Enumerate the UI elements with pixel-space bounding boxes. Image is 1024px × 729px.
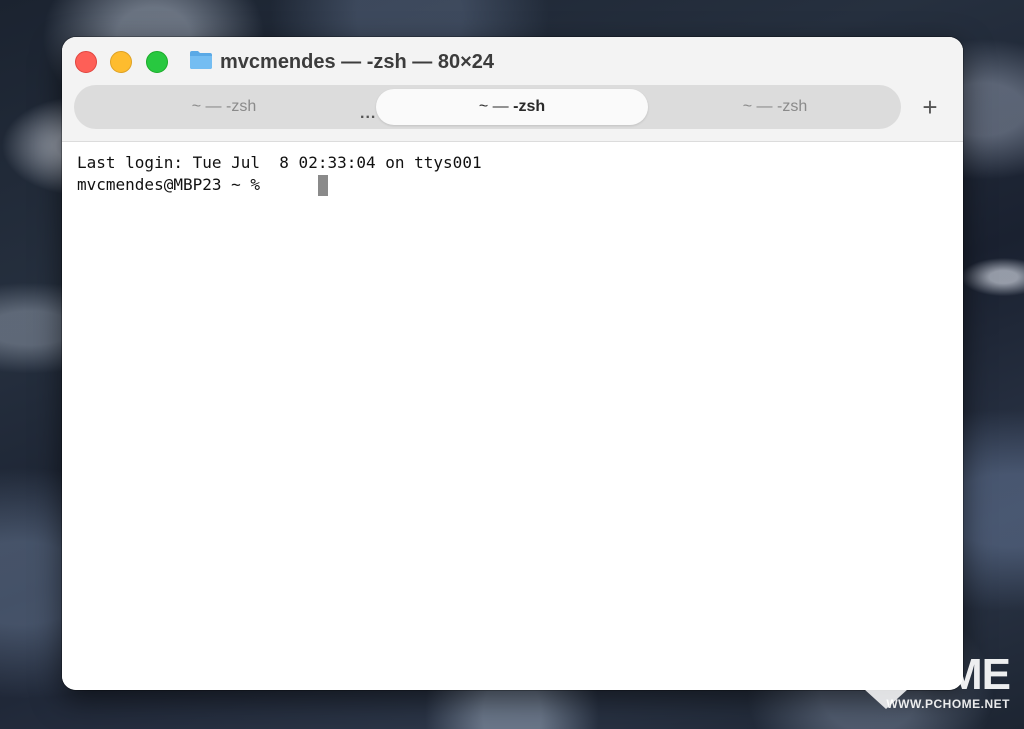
zoom-button[interactable] (146, 51, 168, 73)
window-title: mvcmendes — -zsh — 80×24 (220, 51, 495, 73)
close-button[interactable] (75, 51, 97, 73)
minimize-button[interactable] (110, 51, 132, 73)
tab-3-prefix: ~ — (742, 98, 777, 115)
tab-bar: ~ — -zsh ... ~ — -zsh ~ — -zsh (74, 85, 901, 129)
tab-3[interactable]: ~ — -zsh (650, 89, 900, 125)
folder-icon (190, 51, 212, 69)
tab-2-prefix: ~ — (478, 98, 514, 115)
watermark: ME WWW.PCHOME.NET (886, 650, 1011, 712)
prompt-line: mvcmendes@MBP23 ~ % (77, 174, 948, 196)
title-bar[interactable]: mvcmendes — -zsh — 80×24 ~ — -zsh ... ~ … (62, 37, 963, 142)
watermark-logo-text: ME (946, 650, 1011, 699)
login-line: Last login: Tue Jul 8 02:33:04 on ttys00… (77, 153, 482, 172)
tab-2-name: -zsh (513, 98, 546, 115)
tab-1-name: -zsh (226, 98, 257, 115)
tab-1-prefix: ~ — (191, 98, 226, 115)
watermark-url: WWW.PCHOME.NET (886, 697, 1010, 711)
tab-overflow-indicator[interactable]: ... (360, 105, 376, 123)
terminal-window: mvcmendes — -zsh — 80×24 ~ — -zsh ... ~ … (62, 37, 963, 690)
text-cursor (318, 175, 329, 196)
terminal-content[interactable]: Last login: Tue Jul 8 02:33:04 on ttys00… (62, 142, 963, 690)
tab-3-name: -zsh (777, 98, 808, 115)
tab-2-active[interactable]: ~ — -zsh (376, 89, 648, 125)
prompt-text: mvcmendes@MBP23 ~ % (77, 175, 261, 194)
add-tab-button[interactable]: + (916, 93, 944, 121)
tab-1[interactable]: ~ — -zsh (74, 89, 374, 125)
